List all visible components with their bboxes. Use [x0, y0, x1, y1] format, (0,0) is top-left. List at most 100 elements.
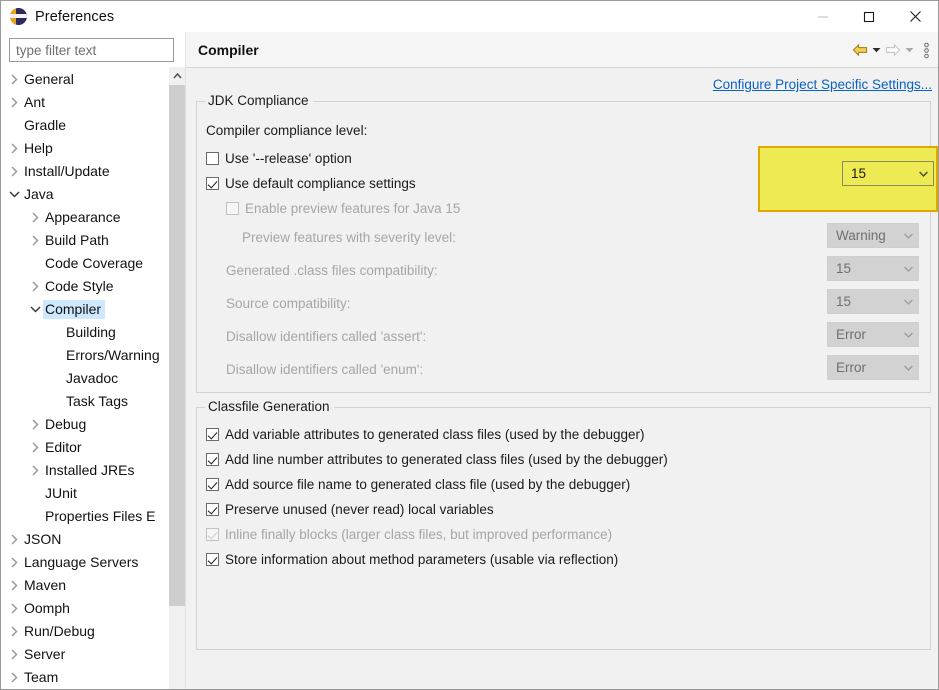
chevron-right-icon[interactable]	[7, 574, 22, 597]
page-title: Compiler	[198, 41, 259, 58]
preview-severity-label: Preview features with severity level:	[242, 229, 456, 245]
use-default-compliance-checkbox[interactable]: Use default compliance settings	[206, 176, 416, 191]
classfile-option-checkbox[interactable]: Store information about method parameter…	[206, 547, 922, 572]
disallow-assert-label: Disallow identifiers called 'assert':	[226, 328, 427, 344]
chevron-down-icon	[898, 299, 918, 305]
checkbox-box[interactable]	[206, 176, 219, 190]
sidebar-item-label: Building	[66, 324, 116, 340]
sidebar-item-building[interactable]: Building	[2, 321, 167, 344]
configure-project-specific-settings-link[interactable]: Configure Project Specific Settings...	[713, 77, 932, 92]
classfile-option-checkbox[interactable]: Add source file name to generated class …	[206, 472, 922, 497]
chevron-right-icon[interactable]	[28, 413, 43, 436]
sidebar-item-ant[interactable]: Ant	[2, 91, 167, 114]
view-menu-icon[interactable]	[919, 39, 933, 61]
checkbox-box[interactable]	[206, 151, 219, 165]
chevron-right-icon[interactable]	[7, 666, 22, 689]
scrollbar-thumb[interactable]	[169, 85, 186, 606]
sidebar-item-editor[interactable]: Editor	[2, 436, 167, 459]
maximize-icon[interactable]	[846, 1, 892, 32]
compliance-level-select[interactable]: 15	[842, 161, 934, 186]
classfile-option-label: Inline finally blocks (larger class file…	[225, 527, 613, 542]
chevron-right-icon[interactable]	[7, 620, 22, 643]
use-release-checkbox[interactable]: Use '--release' option	[206, 151, 352, 166]
chevron-down-icon	[898, 365, 918, 371]
chevron-right-icon[interactable]	[7, 528, 22, 551]
sidebar-item-installed-jres[interactable]: Installed JREs	[2, 459, 167, 482]
close-icon[interactable]	[892, 1, 938, 32]
sidebar-item-json[interactable]: JSON	[2, 528, 167, 551]
sidebar-item-build-path[interactable]: Build Path	[2, 229, 167, 252]
sidebar-item-label: Ant	[24, 94, 46, 110]
classfile-option-checkbox: Inline finally blocks (larger class file…	[206, 522, 922, 547]
checkbox-box[interactable]	[206, 428, 219, 441]
sidebar-item-properties-files-e[interactable]: Properties Files E	[2, 505, 167, 528]
chevron-right-icon[interactable]	[28, 436, 43, 459]
sidebar-item-oomph[interactable]: Oomph	[2, 597, 167, 620]
sidebar-item-gradle[interactable]: Gradle	[2, 114, 167, 137]
scroll-up-icon[interactable]	[169, 67, 186, 84]
classfile-option-checkbox[interactable]: Add variable attributes to generated cla…	[206, 422, 922, 447]
sidebar-item-label: Help	[24, 140, 53, 156]
classfile-option-checkbox[interactable]: Preserve unused (never read) local varia…	[206, 497, 922, 522]
classfile-option-label: Add variable attributes to generated cla…	[225, 427, 645, 442]
sidebar-item-debug[interactable]: Debug	[2, 413, 167, 436]
sidebar-item-run-debug[interactable]: Run/Debug	[2, 620, 167, 643]
search-input[interactable]	[9, 38, 174, 62]
sidebar-item-junit[interactable]: JUnit	[2, 482, 167, 505]
sidebar-item-appearance[interactable]: Appearance	[2, 206, 167, 229]
sidebar-scrollbar[interactable]	[168, 67, 186, 689]
sidebar-item-code-coverage[interactable]: Code Coverage	[2, 252, 167, 275]
filter-wrapper	[2, 32, 185, 62]
minimize-icon[interactable]	[800, 1, 846, 32]
chevron-right-icon[interactable]	[7, 91, 22, 114]
classfile-generation-group: Classfile Generation Add variable attrib…	[196, 399, 931, 650]
back-arrow-icon[interactable]	[850, 39, 870, 61]
sidebar-item-task-tags[interactable]: Task Tags	[2, 390, 167, 413]
sidebar-item-java[interactable]: Java	[2, 183, 167, 206]
page-header: Compiler	[186, 32, 938, 68]
sidebar-item-label: Appearance	[45, 209, 121, 225]
sidebar-item-label: Team	[24, 669, 59, 685]
checkbox-box[interactable]	[206, 553, 219, 566]
back-history-chevron-down-icon[interactable]	[870, 39, 883, 61]
chevron-right-icon[interactable]	[7, 551, 22, 574]
chevron-down-icon[interactable]	[7, 183, 22, 206]
sidebar-item-label: General	[24, 71, 74, 87]
class-compatibility-value: 15	[836, 261, 852, 276]
sidebar-item-help[interactable]: Help	[2, 137, 167, 160]
chevron-right-icon[interactable]	[28, 229, 43, 252]
enable-preview-features-checkbox: Enable preview features for Java 15	[226, 201, 460, 216]
chevron-down-icon[interactable]	[28, 298, 43, 321]
preference-page: Compiler Configure Project Specific Sett…	[186, 32, 938, 689]
sidebar-item-language-servers[interactable]: Language Servers	[2, 551, 167, 574]
chevron-right-icon[interactable]	[7, 160, 22, 183]
chevron-right-icon[interactable]	[28, 275, 43, 298]
use-release-label: Use '--release' option	[225, 150, 352, 166]
preferences-tree[interactable]: General Ant Gradle Help Install/Update Java Ap…	[2, 67, 185, 689]
classfile-option-checkbox[interactable]: Add line number attributes to generated …	[206, 447, 922, 472]
chevron-right-icon[interactable]	[7, 597, 22, 620]
chevron-down-icon[interactable]	[913, 171, 933, 177]
sidebar-item-team[interactable]: Team	[2, 666, 167, 689]
sidebar-item-errors-warning[interactable]: Errors/Warning	[2, 344, 167, 367]
sidebar-item-install-update[interactable]: Install/Update	[2, 160, 167, 183]
use-default-label: Use default compliance settings	[225, 175, 416, 191]
checkbox-box[interactable]	[206, 453, 219, 466]
sidebar-item-server[interactable]: Server	[2, 643, 167, 666]
sidebar-item-code-style[interactable]: Code Style	[2, 275, 167, 298]
chevron-right-icon[interactable]	[28, 206, 43, 229]
chevron-right-icon[interactable]	[7, 643, 22, 666]
chevron-right-icon[interactable]	[28, 459, 43, 482]
chevron-right-icon[interactable]	[7, 137, 22, 160]
sidebar-item-javadoc[interactable]: Javadoc	[2, 367, 167, 390]
checkbox-box[interactable]	[206, 478, 219, 491]
chevron-right-icon[interactable]	[7, 68, 22, 91]
sidebar-item-general[interactable]: General	[2, 68, 167, 91]
checkbox-box[interactable]	[206, 503, 219, 516]
sidebar-item-label: Javadoc	[66, 370, 119, 386]
sidebar-item-maven[interactable]: Maven	[2, 574, 167, 597]
checkbox-box	[206, 528, 219, 541]
sidebar-item-compiler[interactable]: Compiler	[2, 298, 167, 321]
